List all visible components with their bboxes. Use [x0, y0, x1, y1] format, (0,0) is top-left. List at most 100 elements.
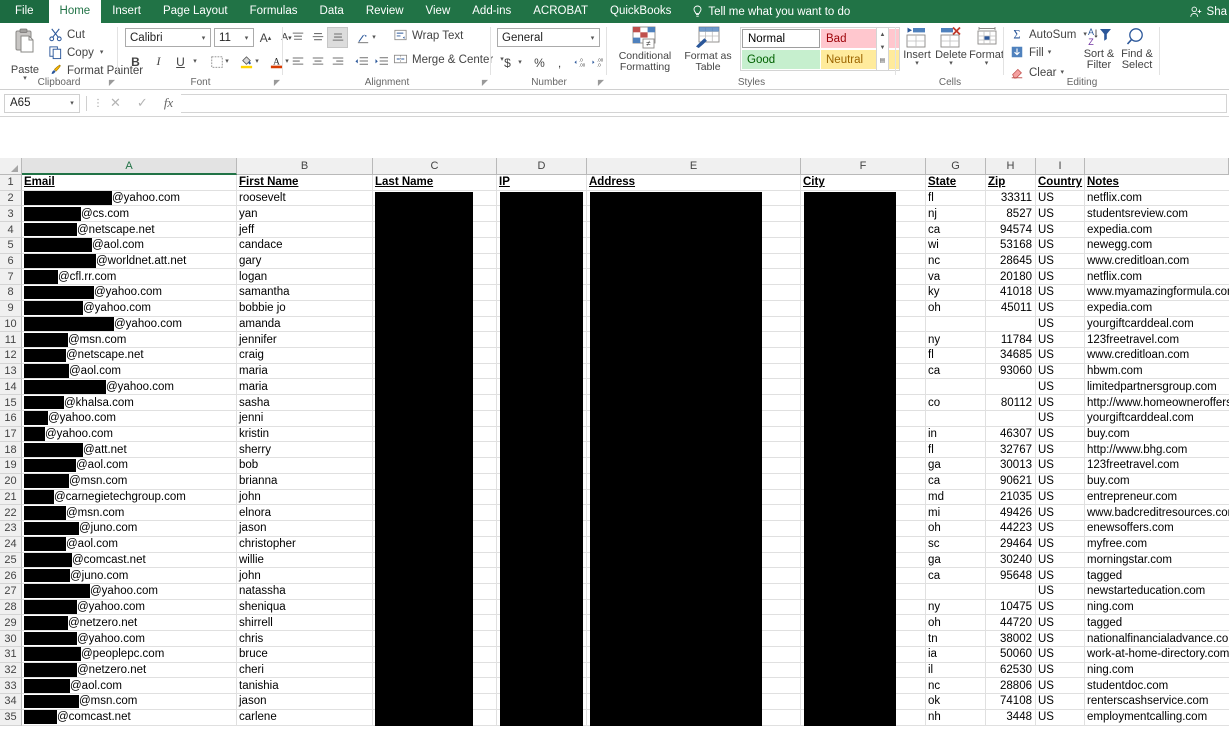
cell-country[interactable]: US	[1036, 222, 1085, 238]
cell-state[interactable]: co	[926, 395, 986, 411]
cell-email[interactable]: @yahoo.com	[22, 191, 237, 207]
cell-notes[interactable]: yourgiftcarddeal.com	[1085, 317, 1229, 333]
column-header-C[interactable]: C	[373, 158, 497, 175]
cell-email[interactable]: @aol.com	[22, 458, 237, 474]
cell-zip[interactable]: 44223	[986, 521, 1036, 537]
cell-email[interactable]: @khalsa.com	[22, 395, 237, 411]
cell-state[interactable]: nc	[926, 678, 986, 694]
cell-first-name[interactable]: kristin	[237, 427, 373, 443]
cell-country[interactable]: US	[1036, 364, 1085, 380]
cell-country[interactable]: US	[1036, 379, 1085, 395]
cell-country[interactable]: US	[1036, 395, 1085, 411]
cell-country[interactable]: US	[1036, 285, 1085, 301]
cell-first-name[interactable]: natassha	[237, 584, 373, 600]
cell-country[interactable]: US	[1036, 584, 1085, 600]
row-header[interactable]: 16	[0, 411, 22, 427]
cell-notes[interactable]: buy.com	[1085, 474, 1229, 490]
fill-color-dropdown-caret[interactable]: ▾	[252, 51, 262, 72]
cell-notes[interactable]: buy.com	[1085, 427, 1229, 443]
row-header[interactable]: 34	[0, 694, 22, 710]
conditional-formatting-button[interactable]: ≠ Conditional Formatting	[612, 26, 678, 73]
cell-zip[interactable]: 94574	[986, 222, 1036, 238]
cell-zip[interactable]: 41018	[986, 285, 1036, 301]
cell-country[interactable]: US	[1036, 269, 1085, 285]
cell-state[interactable]: ia	[926, 647, 986, 663]
row-header[interactable]: 15	[0, 395, 22, 411]
cell-first-name[interactable]: amanda	[237, 317, 373, 333]
ribbon-tab-quickbooks[interactable]: QuickBooks	[599, 0, 682, 23]
cell-zip[interactable]: 29464	[986, 537, 1036, 553]
row-header[interactable]: 3	[0, 206, 22, 222]
cell-state[interactable]: ca	[926, 568, 986, 584]
fill-button[interactable]: Fill ▾	[1010, 45, 1051, 60]
cell-country[interactable]: US	[1036, 317, 1085, 333]
clipboard-dialog-launcher[interactable]: ◤	[109, 78, 115, 87]
row-header[interactable]: 9	[0, 301, 22, 317]
cell-email[interactable]: @juno.com	[22, 568, 237, 584]
cell-country[interactable]: US	[1036, 474, 1085, 490]
cell-first-name[interactable]: tanishia	[237, 678, 373, 694]
ribbon-tab-file[interactable]: File	[0, 0, 49, 23]
cell-state[interactable]: ga	[926, 458, 986, 474]
styles-gallery-scroll[interactable]: ▲ ▼ ▤	[876, 27, 889, 71]
find-select-button[interactable]: Find & Select	[1118, 26, 1156, 71]
borders-dropdown-caret[interactable]: ▾	[222, 51, 232, 72]
cell-country[interactable]: US	[1036, 694, 1085, 710]
format-dropdown-caret[interactable]: ▾	[985, 61, 989, 67]
cell-first-name[interactable]: sasha	[237, 395, 373, 411]
cell-zip[interactable]: 38002	[986, 631, 1036, 647]
column-header-A[interactable]: A	[22, 158, 237, 175]
cell-notes[interactable]: renterscashservice.com	[1085, 694, 1229, 710]
row-header[interactable]: 2	[0, 191, 22, 207]
cell-country[interactable]: US	[1036, 710, 1085, 726]
cell-zip[interactable]: 74108	[986, 694, 1036, 710]
cell-zip[interactable]: 45011	[986, 301, 1036, 317]
cell-country[interactable]: US	[1036, 678, 1085, 694]
cell-country[interactable]: US	[1036, 238, 1085, 254]
fill-dropdown-caret[interactable]: ▾	[1048, 50, 1052, 56]
row-header[interactable]: 21	[0, 490, 22, 506]
cancel-icon[interactable]: ✕	[110, 95, 121, 111]
cell-style-good[interactable]: Good	[742, 50, 820, 69]
cell-zip[interactable]: 28806	[986, 678, 1036, 694]
cell-notes[interactable]: www.badcreditresources.com	[1085, 505, 1229, 521]
cell-country[interactable]: US	[1036, 427, 1085, 443]
align-left-button[interactable]	[287, 51, 308, 72]
cell-state[interactable]: ny	[926, 332, 986, 348]
cell-notes[interactable]: enewsoffers.com	[1085, 521, 1229, 537]
header-cell-last-name[interactable]: Last Name	[373, 175, 497, 191]
font-name-combo[interactable]: Calibri ▾	[125, 28, 211, 47]
cell-style-normal[interactable]: Normal	[742, 29, 820, 48]
delete-dropdown-caret[interactable]: ▾	[949, 61, 953, 67]
cell-state[interactable]	[926, 317, 986, 333]
cell-zip[interactable]: 80112	[986, 395, 1036, 411]
cell-email[interactable]: @netzero.net	[22, 615, 237, 631]
cell-first-name[interactable]: bruce	[237, 647, 373, 663]
cell-state[interactable]: oh	[926, 615, 986, 631]
cell-notes[interactable]: morningstar.com	[1085, 553, 1229, 569]
cell-first-name[interactable]: cheri	[237, 663, 373, 679]
column-header-D[interactable]: D	[497, 158, 587, 175]
cell-notes[interactable]: studentsreview.com	[1085, 206, 1229, 222]
row-header[interactable]: 10	[0, 317, 22, 333]
currency-dropdown-caret[interactable]: ▾	[515, 52, 525, 73]
cell-zip[interactable]: 30240	[986, 553, 1036, 569]
cell-zip[interactable]: 28645	[986, 254, 1036, 270]
column-header-I[interactable]: I	[1036, 158, 1085, 175]
cell-first-name[interactable]: bobbie jo	[237, 301, 373, 317]
ribbon-tab-formulas[interactable]: Formulas	[239, 0, 309, 23]
ribbon-tab-view[interactable]: View	[415, 0, 462, 23]
cell-country[interactable]: US	[1036, 442, 1085, 458]
cell-country[interactable]: US	[1036, 553, 1085, 569]
align-right-button[interactable]	[327, 51, 348, 72]
cell-zip[interactable]: 46307	[986, 427, 1036, 443]
cell-zip[interactable]: 10475	[986, 600, 1036, 616]
cell-notes[interactable]: entrepreneur.com	[1085, 490, 1229, 506]
cell-state[interactable]: nj	[926, 206, 986, 222]
comma-style-button[interactable]: ,	[549, 52, 570, 73]
header-cell-notes[interactable]: Notes	[1085, 175, 1229, 191]
cell-zip[interactable]	[986, 584, 1036, 600]
gallery-scroll-down[interactable]: ▼	[877, 41, 888, 54]
cell-email[interactable]: @msn.com	[22, 332, 237, 348]
row-header[interactable]: 18	[0, 442, 22, 458]
